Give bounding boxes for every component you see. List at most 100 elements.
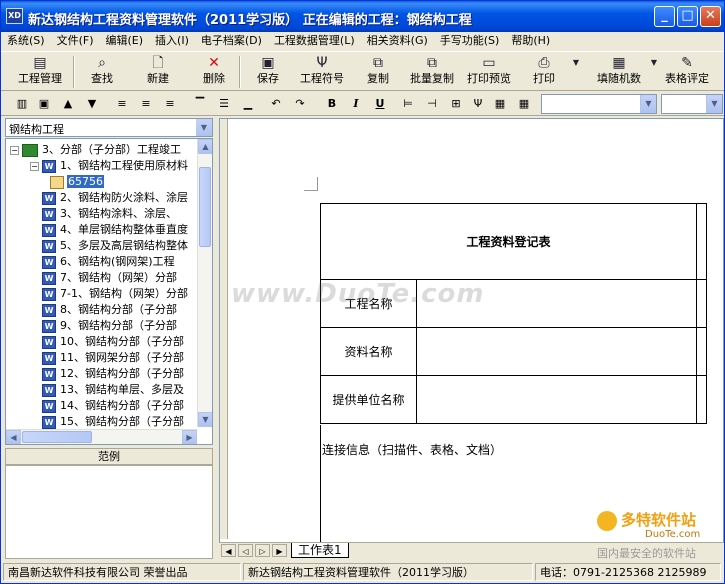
scroll-left-icon[interactable]: ◀ bbox=[6, 430, 21, 444]
insert-row-icon[interactable]: ⊨ bbox=[399, 95, 417, 113]
tree-item[interactable]: 65756 bbox=[50, 174, 104, 190]
hscroll-thumb[interactable] bbox=[22, 431, 92, 443]
row-value-doc-name[interactable] bbox=[416, 327, 697, 376]
tree-item[interactable]: W 8、钢结构分部（子分部 bbox=[30, 302, 177, 318]
new-button[interactable]: 🗋 新建 bbox=[141, 54, 175, 90]
tree-item[interactable]: W 7、钢结构（网架）分部 bbox=[30, 270, 177, 286]
save-button[interactable]: ▣ 保存 bbox=[251, 54, 285, 90]
scroll-down-icon[interactable]: ▼ bbox=[198, 412, 212, 427]
fill-dropdown[interactable]: ▼ bbox=[649, 54, 659, 90]
last-sheet-icon[interactable]: ▶ bbox=[272, 544, 287, 557]
psi-small-icon[interactable]: Ψ bbox=[469, 95, 487, 113]
project-mgmt-button[interactable]: ▤ 工程管理 bbox=[11, 54, 69, 90]
batch-copy-button[interactable]: ⧉ 批量复制 bbox=[405, 54, 459, 90]
border-bottom-icon[interactable]: ▁ bbox=[239, 95, 257, 113]
tree-item[interactable]: W 7-1、钢结构（网架）分部 bbox=[30, 286, 188, 302]
connection-info[interactable]: 连接信息（扫描件、表格、文档） bbox=[322, 441, 502, 458]
sheet-tab[interactable]: 工作表1 bbox=[291, 543, 349, 558]
tree-item[interactable]: W 2、钢结构防火涂料、涂层 bbox=[30, 190, 188, 206]
tree-item[interactable]: W 14、钢结构分部（子分部 bbox=[30, 398, 184, 414]
maximize-button[interactable]: □ bbox=[677, 6, 698, 27]
tree-vertical-scrollbar[interactable]: ▲ ▼ bbox=[197, 139, 212, 427]
table-icon[interactable]: ▦ bbox=[491, 95, 509, 113]
first-sheet-icon[interactable]: ◀ bbox=[221, 544, 236, 557]
menu-project-data[interactable]: 工程数据管理(L) bbox=[268, 32, 361, 50]
insert-col-icon[interactable]: ⊣ bbox=[423, 95, 441, 113]
table-eval-button[interactable]: ✎ 表格评定 bbox=[661, 54, 713, 90]
project-tree[interactable]: −3、分部（子分部）工程竣工 − W 1、钢结构工程使用原材料 65756 W 2、钢结构防… bbox=[5, 138, 213, 445]
tree-horizontal-scrollbar[interactable]: ◀ ▶ bbox=[6, 429, 197, 444]
redo-icon[interactable]: ↷ bbox=[291, 95, 309, 113]
font-combo[interactable]: ▼ bbox=[541, 94, 657, 114]
tree-item[interactable]: W 4、单层钢结构整体垂直度 bbox=[30, 222, 188, 238]
chevron-down-icon[interactable]: ▼ bbox=[196, 119, 212, 136]
prev-sheet-icon[interactable]: ◁ bbox=[238, 544, 253, 557]
tree-item[interactable]: W 3、钢结构涂料、涂层、 bbox=[30, 206, 177, 222]
menu-handwriting[interactable]: 手写功能(S) bbox=[434, 32, 506, 50]
border-middle-icon[interactable]: ☰ bbox=[215, 95, 233, 113]
window-icon[interactable]: ▣ bbox=[35, 95, 53, 113]
title-bar[interactable]: XD 新达钢结构工程资料管理软件（2011学习版） 正在编辑的工程：钢结构工程 … bbox=[1, 1, 724, 32]
tree-item[interactable]: W 5、多层及高层钢结构整体 bbox=[30, 238, 188, 254]
fill-random-button[interactable]: ▦ 填随机数 bbox=[593, 54, 645, 90]
menu-file[interactable]: 文件(F) bbox=[51, 32, 100, 50]
align-left-icon[interactable]: ≡ bbox=[113, 95, 131, 113]
symbol-button[interactable]: Ψ 工程符号 bbox=[297, 54, 347, 90]
menu-system[interactable]: 系统(S) bbox=[1, 32, 51, 50]
scroll-right-icon[interactable]: ▶ bbox=[182, 430, 197, 444]
chevron-down-icon[interactable]: ▼ bbox=[706, 95, 722, 113]
tree-item-label: 7、钢结构（网架）分部 bbox=[60, 271, 177, 284]
align-center-icon[interactable]: ≡ bbox=[137, 95, 155, 113]
grid-small-icon[interactable]: ▦ bbox=[515, 95, 533, 113]
merge-icon[interactable]: ⊞ bbox=[447, 95, 465, 113]
menu-related[interactable]: 相关资料(G) bbox=[361, 32, 434, 50]
scroll-thumb[interactable] bbox=[199, 167, 211, 247]
menu-e-archive[interactable]: 电子档案(D) bbox=[195, 32, 268, 50]
form-edge-cell bbox=[696, 327, 707, 376]
tree-item[interactable]: W 9、钢结构分部（子分部 bbox=[30, 318, 177, 334]
print-dropdown[interactable]: ▼ bbox=[571, 54, 581, 90]
scroll-up-icon[interactable]: ▲ bbox=[198, 139, 212, 154]
menu-edit[interactable]: 编辑(E) bbox=[100, 32, 150, 50]
italic-button[interactable]: I bbox=[347, 95, 365, 113]
up-arrow-icon[interactable]: ▲ bbox=[59, 95, 77, 113]
underline-button[interactable]: U bbox=[371, 95, 389, 113]
tree-item[interactable]: W 15、钢结构分部（子分部 bbox=[30, 414, 184, 430]
tree-item[interactable]: − W 1、钢结构工程使用原材料 bbox=[30, 158, 188, 174]
print-preview-label: 打印预览 bbox=[467, 72, 511, 85]
expand-toggle-icon[interactable]: − bbox=[10, 145, 19, 155]
tree-item[interactable]: W 13、钢结构单层、多层及 bbox=[30, 382, 184, 398]
minimize-button[interactable]: _ bbox=[654, 6, 675, 27]
print-preview-button[interactable]: ▭ 打印预览 bbox=[463, 54, 515, 90]
copy-button[interactable]: ⧉ 复制 bbox=[361, 54, 395, 90]
menu-insert[interactable]: 插入(I) bbox=[149, 32, 195, 50]
tree-item[interactable]: − 3、分部（子分部）工程竣工 bbox=[10, 142, 181, 158]
duote-logo: 多特软件站 DuoTe.com 国内最安全的软件站 bbox=[597, 509, 722, 565]
delete-button[interactable]: ✕ 删除 bbox=[197, 54, 231, 90]
down-arrow-icon[interactable]: ▼ bbox=[83, 95, 101, 113]
tree-item[interactable]: W 6、钢结构(钢网架)工程 bbox=[30, 254, 175, 270]
tree-item[interactable]: W 12、钢结构分部（子分部 bbox=[30, 366, 184, 382]
tree-item-label: 12、钢结构分部（子分部 bbox=[60, 367, 184, 380]
row-value-provider[interactable] bbox=[416, 375, 697, 424]
chevron-down-icon[interactable]: ▼ bbox=[640, 95, 656, 113]
layout-icon[interactable]: ▥ bbox=[13, 95, 31, 113]
tree-item[interactable]: W 10、钢结构分部（子分部 bbox=[30, 334, 184, 350]
undo-icon[interactable]: ↶ bbox=[267, 95, 285, 113]
delete-icon: ✕ bbox=[208, 55, 220, 71]
tree-item[interactable]: W 11、钢网架分部（子分部 bbox=[30, 350, 184, 366]
legend-header: 范例 bbox=[5, 448, 213, 465]
print-label: 打印 bbox=[533, 72, 555, 85]
project-select[interactable]: 钢结构工程 ▼ bbox=[5, 118, 213, 137]
align-right-icon[interactable]: ≡ bbox=[161, 95, 179, 113]
print-button[interactable]: ⎙ 打印 bbox=[527, 54, 561, 90]
border-top-icon[interactable]: ▔ bbox=[191, 95, 209, 113]
expand-toggle-icon[interactable]: − bbox=[30, 161, 39, 171]
close-button[interactable]: ✕ bbox=[700, 6, 721, 27]
bold-button[interactable]: B bbox=[323, 95, 341, 113]
find-button[interactable]: ⌕ 查找 bbox=[85, 54, 119, 90]
size-combo[interactable]: ▼ bbox=[661, 94, 723, 114]
next-sheet-icon[interactable]: ▷ bbox=[255, 544, 270, 557]
document-area[interactable]: 工程资料登记表 工程名称 资料名称 提供单位名称 连接信息（扫描件、表格、文档） bbox=[219, 118, 724, 558]
menu-help[interactable]: 帮助(H) bbox=[505, 32, 556, 50]
